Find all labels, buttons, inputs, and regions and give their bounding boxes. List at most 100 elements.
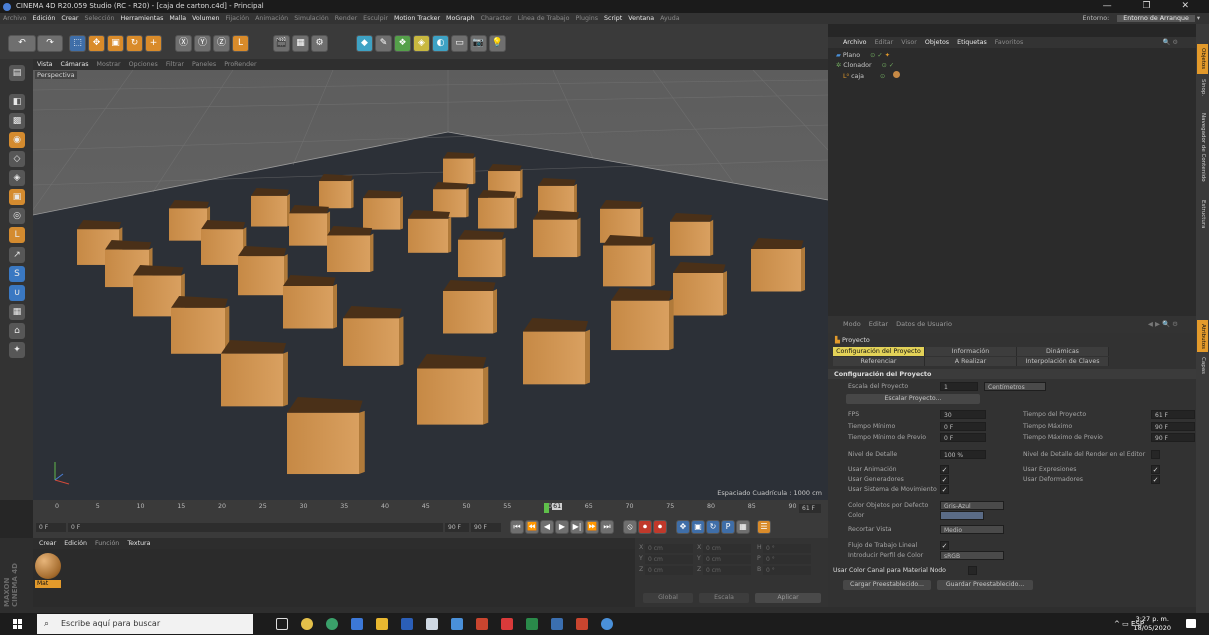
obj-search-icon[interactable]: 🔍 ⚙ (1163, 37, 1179, 48)
x-axis-icon[interactable]: Ⓧ (175, 35, 192, 52)
key-rotation-icon[interactable]: ↻ (706, 520, 720, 534)
menu-item-ayuda[interactable]: Ayuda (660, 15, 679, 22)
viewport-menu-vista[interactable]: Vista (37, 61, 53, 68)
cardboard-box[interactable] (221, 340, 288, 407)
cardboard-box[interactable] (251, 188, 290, 227)
cardboard-box[interactable] (533, 210, 581, 258)
node-color-checkbox[interactable] (968, 566, 977, 575)
cardboard-box[interactable] (171, 296, 230, 354)
coord-mode-global[interactable]: Global (643, 593, 693, 603)
photos-icon[interactable] (426, 618, 438, 630)
tab-atributos[interactable]: Atributos (1197, 320, 1208, 352)
prev-frame-icon[interactable]: ◀ (540, 520, 554, 534)
material-thumbnail[interactable] (35, 553, 61, 579)
coordinate-system-icon[interactable]: L (232, 35, 249, 52)
viewport-perspective[interactable]: Perspectiva Espaciado Cuadrícula : 1000 … (33, 70, 828, 500)
cardboard-box[interactable] (523, 318, 590, 385)
use-motion-checkbox[interactable]: ✓ (940, 485, 949, 494)
viewport-menu-opciones[interactable]: Opciones (129, 61, 158, 68)
menu-item-selecci-n[interactable]: Selección (85, 15, 115, 22)
points-mode-icon[interactable]: ◉ (9, 132, 25, 148)
object-color-select[interactable]: Gris-Azul (940, 501, 1004, 510)
powerpoint-icon[interactable] (476, 618, 488, 630)
material-name[interactable]: Mat (35, 580, 61, 588)
prev-key-icon[interactable]: ⏪ (525, 520, 539, 534)
scale-input[interactable]: 1 (940, 382, 978, 391)
y-axis-icon[interactable]: Ⓨ (194, 35, 211, 52)
menu-item-ventana[interactable]: Ventana (628, 15, 654, 22)
window-controls[interactable]: — ❐ ✕ (1103, 0, 1203, 13)
play-icon[interactable]: ▶ (555, 520, 569, 534)
obj-menu-editar[interactable]: Editar (875, 39, 894, 46)
add-icon[interactable]: + (145, 35, 162, 52)
coord-value-field[interactable]: 0 cm (703, 566, 751, 575)
camera-icon[interactable]: 📷 (470, 35, 487, 52)
app-green-icon[interactable] (326, 618, 338, 630)
menu-item-archivo[interactable]: Archivo (3, 15, 27, 22)
use-generators-checkbox[interactable]: ✓ (940, 475, 949, 484)
menu-item-crear[interactable]: Crear (61, 15, 78, 22)
viewport-menu-mostrar[interactable]: Mostrar (97, 61, 121, 68)
object-row-clonador[interactable]: ✲ Clonador ⊙ ✓ (836, 61, 894, 70)
uv-mode-icon[interactable]: ▣ (9, 189, 25, 205)
material-menu-funcion[interactable]: Función (95, 540, 119, 547)
cardboard-box[interactable] (238, 246, 288, 296)
tab-navegador[interactable]: Navegador de Contenido (1197, 102, 1208, 192)
attr-menu-editar[interactable]: Editar (869, 320, 888, 328)
store-icon[interactable] (351, 618, 363, 630)
tab-a-realizar[interactable]: A Realizar (925, 357, 1017, 366)
menu-item-volumen[interactable]: Volumen (192, 15, 219, 22)
environment-value[interactable]: Entorno de Arranque (1117, 15, 1195, 22)
cardboard-box[interactable] (417, 354, 489, 425)
tab-referenciar[interactable]: Referenciar (833, 357, 925, 366)
excel-icon[interactable] (526, 618, 538, 630)
coord-value-field[interactable]: 0 ° (763, 555, 811, 564)
obj-menu-archivo[interactable]: Archivo (843, 39, 867, 46)
tweak-icon[interactable]: ↗ (9, 247, 25, 263)
light-icon[interactable]: 💡 (489, 35, 506, 52)
menu-item-mograph[interactable]: MoGraph (446, 15, 475, 22)
min-preview-input[interactable]: 0 F (940, 433, 986, 442)
tab-estructura[interactable]: Estructura (1197, 194, 1208, 234)
material-menu-edicion[interactable]: Edición (64, 540, 87, 547)
record-active-icon[interactable]: ⏺ (638, 520, 652, 534)
cardboard-box[interactable] (458, 230, 506, 278)
timeline-window-icon[interactable]: ☰ (757, 520, 771, 534)
model-mode-icon[interactable]: ◧ (9, 94, 25, 110)
z-axis-icon[interactable]: Ⓩ (213, 35, 230, 52)
obj-menu-favoritos[interactable]: Favoritos (995, 39, 1023, 46)
material-menu-textura[interactable]: Textura (127, 540, 150, 547)
menu-item-malla[interactable]: Malla (169, 15, 186, 22)
menu-item-motion-tracker[interactable]: Motion Tracker (394, 15, 440, 22)
menu-item-esculpir[interactable]: Esculpir (363, 15, 388, 22)
pdf-icon[interactable] (576, 618, 588, 630)
snap-icon[interactable]: S (9, 266, 25, 282)
input-profile-select[interactable]: sRGB (940, 551, 1004, 560)
fps-input[interactable]: 30 (940, 410, 986, 419)
render-settings-icon[interactable]: ⚙ (311, 35, 328, 52)
axis-icon[interactable]: L (9, 227, 25, 243)
cardboard-box[interactable] (751, 238, 805, 292)
edges-mode-icon[interactable]: ◇ (9, 151, 25, 167)
linear-workflow-checkbox[interactable]: ✓ (940, 541, 949, 550)
use-expressions-checkbox[interactable]: ✓ (1151, 465, 1160, 474)
cardboard-box[interactable] (611, 288, 674, 351)
menu-item-simulaci-n[interactable]: Simulación (294, 15, 329, 22)
tab-objetos[interactable]: Objetos (1197, 44, 1208, 74)
tab-sinop[interactable]: Sinop. (1197, 76, 1208, 100)
current-frame-field[interactable]: 61 F (799, 504, 821, 513)
end-frame-field[interactable]: 90 F (471, 523, 501, 532)
magnet-icon[interactable]: ∪ (9, 285, 25, 301)
texture-mode-icon[interactable]: ▩ (9, 113, 25, 129)
viewport-menu-prorender[interactable]: ProRender (224, 61, 256, 68)
menu-item-character[interactable]: Character (481, 15, 512, 22)
attr-menu-datos[interactable]: Datos de Usuario (896, 320, 952, 328)
cardboard-box[interactable] (478, 190, 517, 229)
cardboard-box[interactable] (603, 235, 655, 287)
undo-icon[interactable]: ↶ (8, 35, 36, 52)
obj-menu-etiquetas[interactable]: Etiquetas (957, 39, 987, 46)
end-frame-preview-field[interactable]: 90 F (445, 523, 469, 532)
cardboard-box[interactable] (343, 306, 404, 366)
tab-informacion[interactable]: Información (925, 347, 1017, 356)
taskbar-clock[interactable]: 3:27 p. m. 18/05/2020 (1134, 615, 1171, 633)
